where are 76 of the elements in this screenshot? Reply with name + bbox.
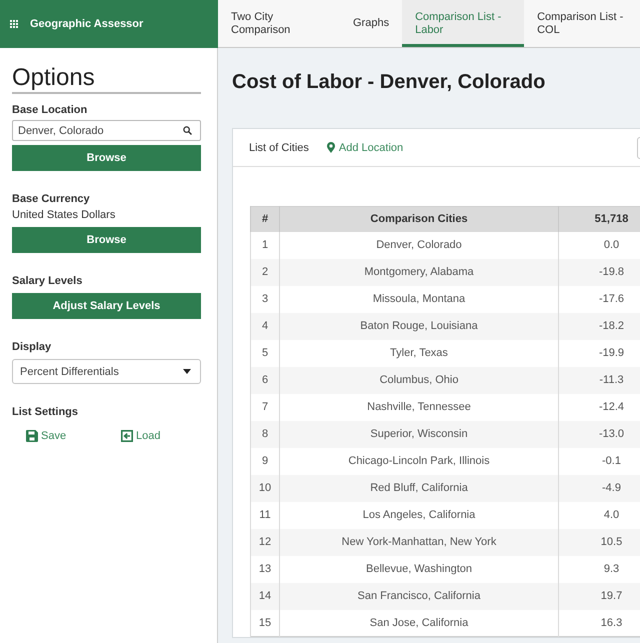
table-cell: 13 [250,556,280,582]
column-header[interactable]: Comparison Cities [280,206,558,232]
table-cell: Denver, Colorado [280,232,558,258]
table-cell: 4 [250,312,280,340]
table-cell: -12.4 [558,394,640,420]
table-cell: 11 [250,502,280,528]
table-cell: Chicago-Lincoln Park, Illinois [280,448,558,474]
table-cell: Missoula, Montana [280,286,558,312]
table-cell: 9.3 [558,556,640,582]
table-cell: 6 [250,366,280,394]
add-location-link[interactable]: Add Location [326,142,404,154]
card-heading: List of Cities [249,142,309,154]
adjust-salary-button[interactable]: Adjust Salary Levels [12,293,201,319]
tab[interactable]: Comparison List - Labor [402,0,524,47]
save-icon [26,430,38,442]
map-pin-icon [326,142,335,153]
table-cell: 19.7 [558,582,640,610]
table-cell: Baton Rouge, Louisiana [280,312,558,340]
table-cell: -0.1 [558,448,640,474]
field-label: List Settings [12,405,80,419]
load-button[interactable]: Load [121,429,160,443]
table-cell: -4.9 [558,474,640,502]
table-cell: 0.0 [558,232,640,258]
currency-value: United States Dollars [12,208,116,222]
table-cell: 4.0 [558,502,640,528]
table-cell: 10 [250,474,280,502]
field-label: Base Currency [12,192,91,206]
table-cell: Bellevue, Washington [280,556,558,582]
table-cell: 14 [250,582,280,610]
browse-button[interactable]: Browse [12,145,201,171]
tab[interactable]: Graphs [340,0,402,47]
field-label: Base Location [12,103,88,117]
field-label: Salary Levels [12,274,84,288]
load-icon [121,430,133,442]
table-cell: Red Bluff, California [280,474,558,502]
search-icon[interactable] [183,126,192,135]
table-cell: 16.3 [558,610,640,636]
sidebar-title: Options [12,64,201,94]
app-title: Geographic Assessor [30,18,144,30]
display-select[interactable]: Percent Differentials [12,359,201,384]
table-cell: Los Angeles, California [280,502,558,528]
table-cell: Columbus, Ohio [280,366,558,394]
grid-icon[interactable] [10,20,18,28]
table-cell: 9 [250,448,280,474]
table-cell: -17.6 [558,286,640,312]
table-cell: Superior, Wisconsin [280,420,558,448]
save-button[interactable]: Save [26,429,66,443]
table-cell: 2 [250,258,280,286]
table-cell: New York-Manhattan, New York [280,528,558,556]
field-label: Display [12,340,52,354]
table-cell: -19.9 [558,340,640,366]
table-cell: 7 [250,394,280,420]
table-cell: -13.0 [558,420,640,448]
table-cell: -18.2 [558,312,640,340]
tab[interactable]: Comparison List - COL [524,0,640,47]
table-cell: 10.5 [558,528,640,556]
table-cell: 12 [250,528,280,556]
column-header[interactable]: # [250,206,280,232]
tab[interactable]: Two City Comparison [218,0,340,47]
table-cell: 1 [250,232,280,258]
table-cell: 5 [250,340,280,366]
table-cell: -11.3 [558,366,640,394]
table-cell: 15 [250,610,280,636]
table-cell: San Jose, California [280,610,558,636]
table-cell: Montgomery, Alabama [280,258,558,286]
table-cell: Tyler, Texas [280,340,558,366]
column-header[interactable]: 51,718 [558,206,640,232]
location-search-field[interactable]: Denver, Colorado [12,120,201,141]
browse-button[interactable]: Browse [12,227,201,253]
caret-icon [183,369,191,374]
table-cell: 8 [250,420,280,448]
table-cell: San Francisco, California [280,582,558,610]
table-cell: -19.8 [558,258,640,286]
table-cell: 3 [250,286,280,312]
table-cell: Nashville, Tennessee [280,394,558,420]
page-title: Cost of Labor - Denver, Colorado [232,70,546,95]
